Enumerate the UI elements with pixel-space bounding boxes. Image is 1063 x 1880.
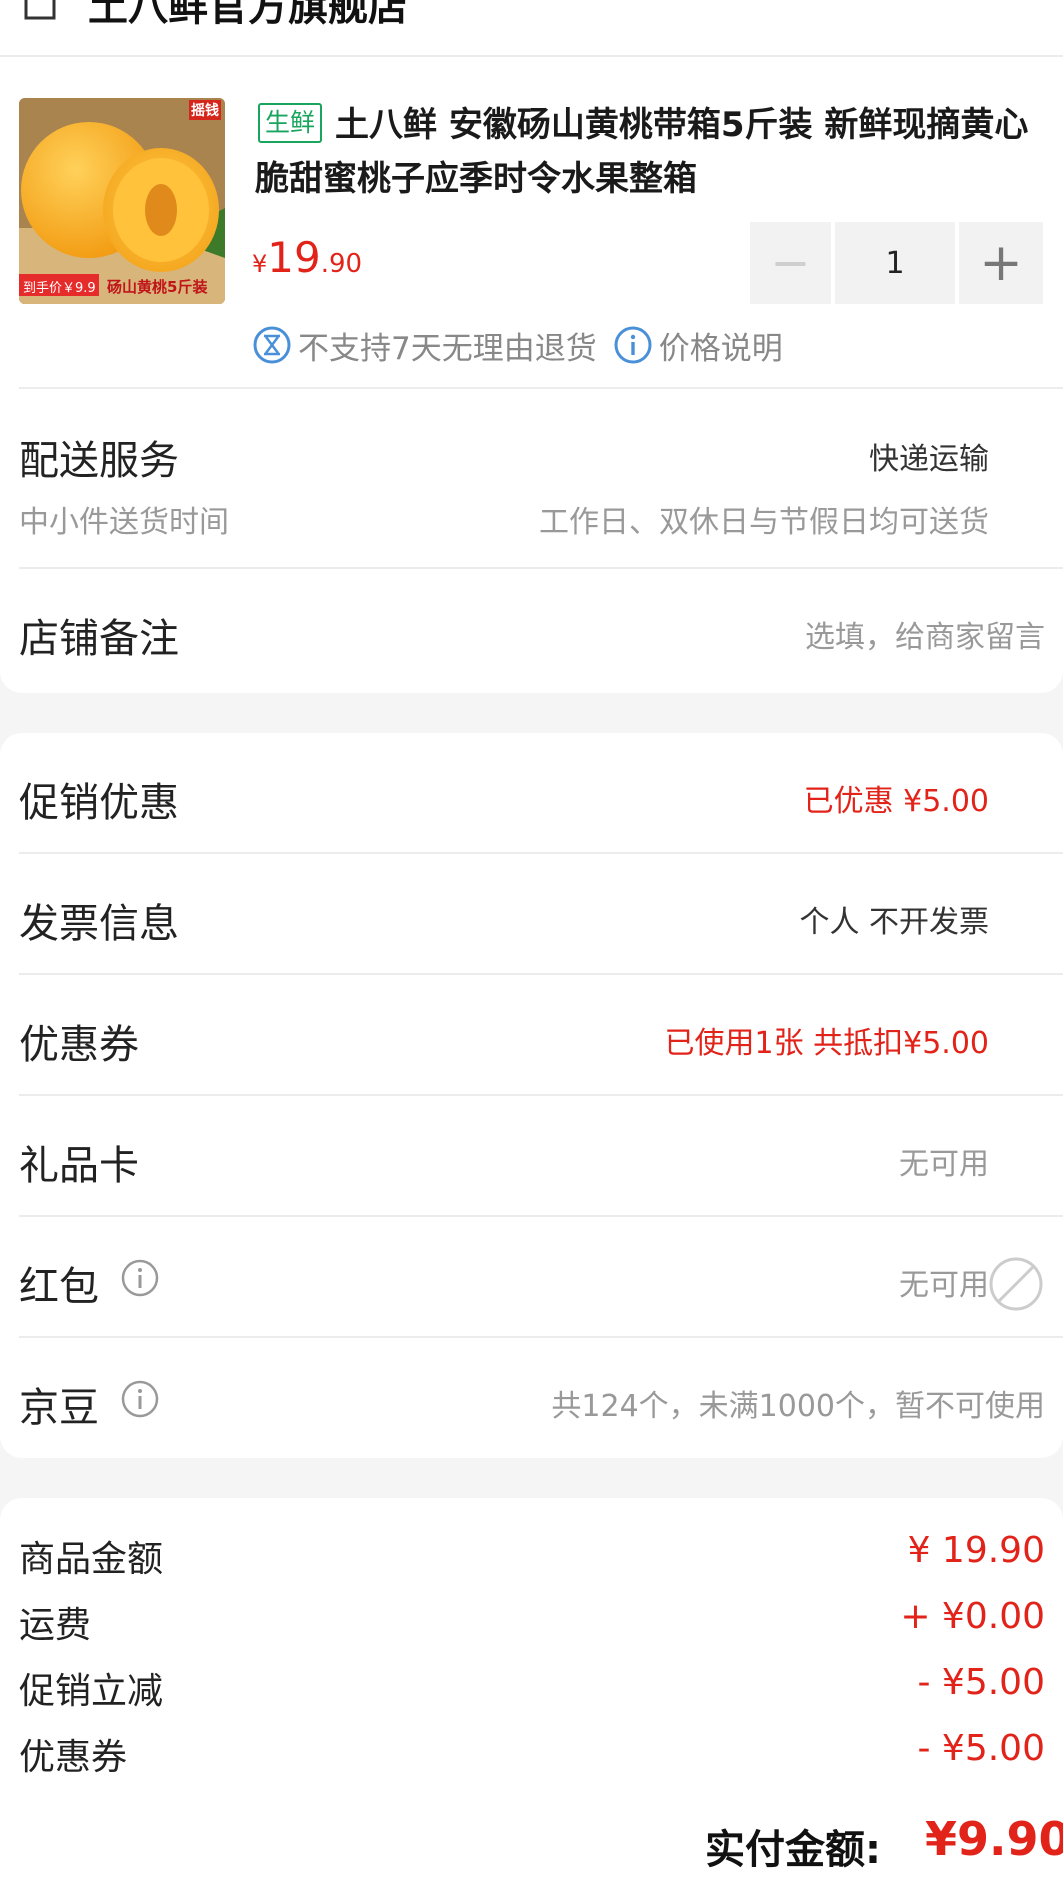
- divider: [19, 1094, 1063, 1096]
- total-label: 实付金额:: [705, 1827, 881, 1873]
- quantity-value[interactable]: 1: [835, 222, 955, 304]
- price-note-link[interactable]: 价格说明: [659, 323, 783, 368]
- delivery-title: 配送服务: [19, 438, 179, 484]
- option-title: 优惠券: [19, 1022, 139, 1068]
- delivery-value: 快递运输: [869, 442, 989, 477]
- option-title: 礼品卡: [19, 1143, 139, 1189]
- option-value: 共124个，未满1000个，暂不可使用: [551, 1389, 1045, 1424]
- summary-label: 促销立减: [19, 1671, 164, 1712]
- product-price: ¥19.90: [252, 233, 362, 282]
- summary-label: 优惠券: [19, 1737, 128, 1778]
- product-image[interactable]: 到手价￥9.9 砀山黄桃5斤装 摇钱: [19, 98, 225, 304]
- service-notes: 不支持7天无理由退货 价格说明: [252, 323, 783, 368]
- option-value: 已优惠 ¥5.00: [803, 784, 989, 819]
- product-title[interactable]: 土八鲜 安徽砀山黄桃带箱5斤装 新鲜现摘黄心脆甜蜜桃子应季时令水果整箱: [255, 98, 1045, 206]
- product-image-corner: 摇钱: [189, 100, 221, 120]
- unavailable-icon: [989, 1257, 1043, 1311]
- increase-button[interactable]: +: [959, 222, 1043, 304]
- jingdou-info-icon[interactable]: [120, 1379, 160, 1419]
- divider: [19, 567, 1063, 569]
- summary-value: - ¥5.00: [917, 1728, 1046, 1769]
- option-value: 个人 不开发票: [799, 905, 989, 940]
- summary-value: ¥ 19.90: [907, 1530, 1045, 1571]
- summary-label: 商品金额: [19, 1539, 164, 1580]
- decrease-button[interactable]: −: [750, 222, 831, 304]
- info-icon[interactable]: [613, 325, 653, 365]
- no-return-label: 不支持7天无理由退货: [298, 330, 597, 367]
- divider: [19, 852, 1063, 854]
- store-name: 土八鲜官方旗舰店: [88, 0, 408, 30]
- store-icon: [24, 0, 56, 20]
- red-packet-info-icon[interactable]: [120, 1258, 160, 1298]
- delivery-sub-label: 中小件送货时间: [19, 505, 229, 540]
- delivery-sub-value: 工作日、双休日与节假日均可送货: [539, 505, 989, 540]
- remark-title: 店铺备注: [19, 616, 179, 662]
- summary-value: + ¥0.00: [900, 1596, 1045, 1637]
- total-value: ¥9.90: [925, 1812, 1063, 1866]
- option-title: 促销优惠: [19, 780, 179, 826]
- option-title: 发票信息: [19, 901, 179, 947]
- product-image-price-label: 到手价￥9.9: [23, 281, 96, 296]
- option-title: 红包: [19, 1264, 99, 1310]
- option-value: 已使用1张 共抵扣¥5.00: [664, 1026, 989, 1061]
- option-title: 京豆: [19, 1385, 99, 1431]
- price-decimal: .90: [320, 249, 363, 279]
- no-return-icon: [253, 326, 291, 364]
- quantity-stepper: − 1 +: [750, 222, 1045, 304]
- product-image-badge: 砀山黄桃5斤装: [107, 278, 208, 296]
- divider: [19, 973, 1063, 975]
- divider: [19, 1215, 1063, 1217]
- store-header[interactable]: 土八鲜官方旗舰店: [0, 0, 1063, 57]
- price-integer: 19: [267, 233, 321, 282]
- summary-value: - ¥5.00: [917, 1662, 1046, 1703]
- price-symbol: ¥: [252, 250, 268, 278]
- summary-label: 运费: [19, 1605, 92, 1646]
- option-value: 无可用: [899, 1147, 989, 1182]
- divider: [19, 387, 1063, 389]
- remark-input[interactable]: 选填，给商家留言: [805, 612, 1045, 656]
- store-order-card: 土八鲜官方旗舰店 到手价￥9.9 砀山黄桃5斤装 摇钱 生鲜 土八鲜 安徽砀山黄…: [0, 0, 1063, 693]
- divider: [19, 1336, 1063, 1338]
- option-value: 无可用: [899, 1268, 989, 1303]
